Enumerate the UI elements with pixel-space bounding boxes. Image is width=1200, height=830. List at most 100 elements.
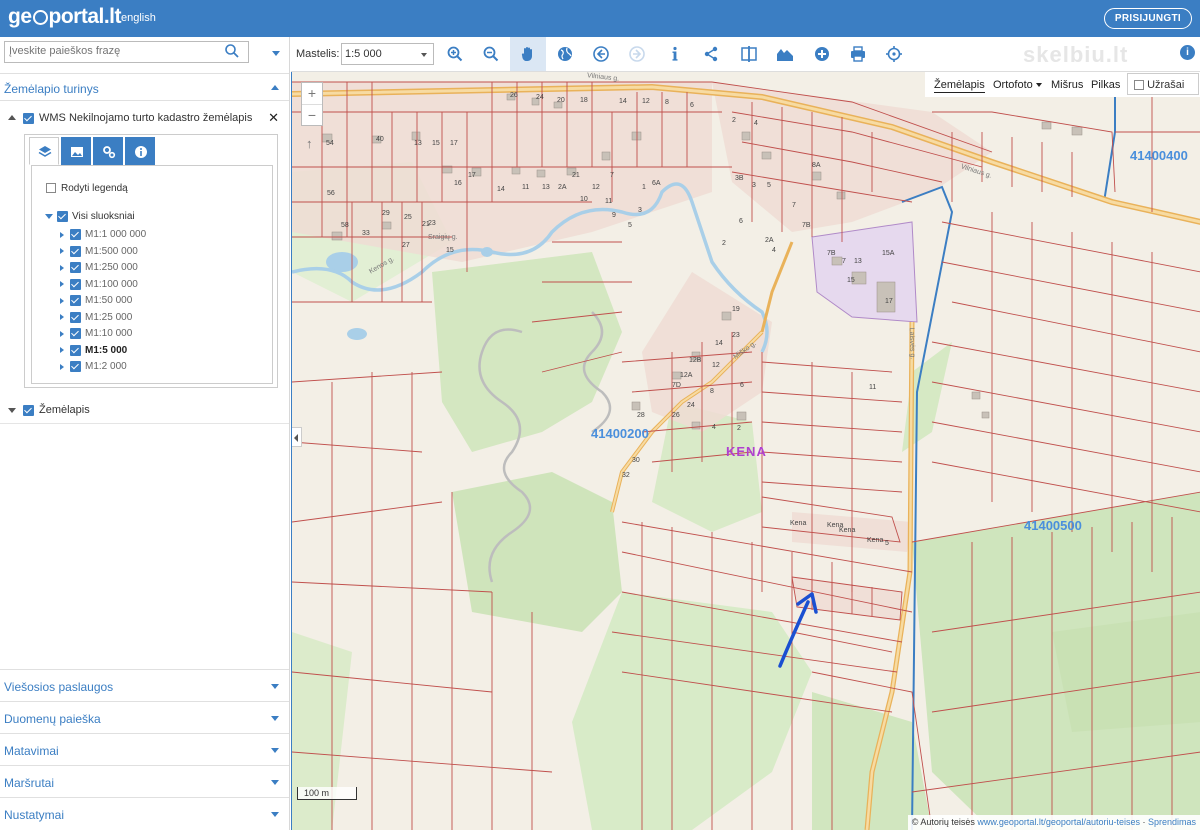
accordion-label: Maršrutai — [4, 776, 55, 790]
scale-layer-checkbox[interactable] — [70, 328, 81, 339]
locate-button[interactable] — [876, 37, 912, 71]
app-root: geportal.lt english PRISIJUNGTI Žemėlapi… — [0, 0, 1200, 830]
share-button[interactable] — [693, 37, 729, 71]
accordion-measurements[interactable]: Matavimai — [0, 733, 289, 765]
parcel-number-label: 9 — [612, 212, 616, 219]
parcel-number-label: 17 — [468, 172, 476, 179]
expand-arrow-icon[interactable] — [60, 347, 64, 353]
remove-layer-close-icon[interactable]: ✕ — [268, 110, 279, 126]
region-code-label: 41400200 — [591, 426, 649, 441]
accordion-public-services[interactable]: Viešosios paslaugos — [0, 669, 289, 701]
scale-layer-checkbox[interactable] — [70, 278, 81, 290]
basemap-option-zemelapis[interactable]: Žemėlapis — [934, 79, 985, 93]
expand-arrow-icon[interactable] — [60, 363, 64, 370]
scale-layer-checkbox[interactable] — [70, 311, 81, 323]
scale-layer-row[interactable]: M1:10 000 — [60, 328, 132, 342]
search-icon[interactable] — [224, 43, 240, 59]
globe-button[interactable] — [547, 37, 583, 71]
expand-arrow-icon[interactable] — [60, 264, 64, 271]
annotation-arrow-icon — [778, 592, 818, 668]
all-layers-row[interactable]: Visi sluoksniai — [45, 210, 135, 222]
expand-toggle-icon[interactable] — [8, 408, 16, 413]
parcel-number-label: 13 — [414, 140, 422, 147]
scale-layer-label: M1:100 000 — [85, 278, 138, 290]
logo[interactable]: ge portal.lt — [8, 5, 122, 29]
forward-arrow-icon — [629, 46, 645, 62]
zemelapis-layer-checkbox[interactable] — [23, 405, 34, 416]
basemap-option-ortofoto[interactable]: Ortofoto — [993, 79, 1042, 91]
parcel-number-label: 12B — [689, 357, 702, 364]
show-legend-row[interactable]: Rodyti legendą — [46, 182, 128, 194]
collapse-chevron-icon[interactable] — [271, 85, 279, 90]
expand-toggle-icon[interactable] — [45, 213, 53, 219]
add-button[interactable] — [804, 37, 840, 71]
basemap-option-misrus[interactable]: Mišrus — [1051, 79, 1083, 91]
expand-arrow-icon[interactable] — [60, 297, 64, 304]
scale-layer-checkbox[interactable] — [70, 361, 81, 372]
print-button[interactable] — [840, 37, 876, 71]
scale-layer-label: M1:5 000 — [85, 344, 128, 356]
expand-arrow-icon[interactable] — [60, 281, 64, 287]
tab-image[interactable] — [61, 137, 91, 165]
attribution-decision-link[interactable]: Sprendimas — [1148, 817, 1196, 827]
scale-layer-checkbox[interactable] — [70, 295, 81, 306]
expand-arrow-icon[interactable] — [60, 330, 64, 337]
compare-button[interactable] — [731, 37, 767, 71]
scale-layer-checkbox[interactable] — [70, 262, 81, 273]
parcel-number-label: 4 — [772, 247, 776, 254]
scale-layer-checkbox[interactable] — [70, 245, 81, 257]
divider — [0, 423, 289, 424]
scale-layer-row[interactable]: M1:100 000 — [60, 278, 138, 293]
pan-button[interactable] — [510, 37, 546, 71]
map-canvas[interactable]: 26 24 20 18 14 12 8 6 2 4 54 40 13 15 17 16 56 29 25 23 58 33… — [291, 72, 1200, 830]
zoom-out-control-button[interactable]: − — [302, 105, 322, 127]
scale-layer-row[interactable]: M1:250 000 — [60, 262, 138, 276]
accordion-data-search[interactable]: Duomenų paieška — [0, 701, 289, 733]
scale-layer-row[interactable]: M1:25 000 — [60, 311, 132, 326]
map-content-header[interactable]: Žemėlapio turinys — [0, 73, 289, 101]
watermark: skelbiu.lt — [1023, 42, 1129, 67]
parcel-number-label: 30 — [632, 457, 640, 464]
basemap-option-pilkas[interactable]: Pilkas — [1091, 79, 1120, 91]
labels-checkbox[interactable] — [1134, 80, 1144, 91]
expand-toggle-icon[interactable] — [8, 115, 16, 120]
parcel-number-label: 25 — [404, 214, 412, 221]
expand-arrow-icon[interactable] — [60, 248, 64, 254]
login-button[interactable]: PRISIJUNGTI — [1103, 8, 1192, 29]
tab-info[interactable] — [125, 137, 155, 165]
scale-select[interactable]: 1:5 000 — [341, 43, 434, 65]
zoom-in-control-button[interactable]: + — [302, 83, 322, 105]
show-legend-checkbox[interactable] — [46, 183, 56, 194]
labels-toggle[interactable]: Užrašai — [1127, 73, 1199, 95]
all-layers-checkbox[interactable] — [57, 210, 68, 222]
scale-layer-row[interactable]: M1:50 000 — [60, 295, 132, 309]
profile-button[interactable] — [767, 37, 803, 71]
parcel-number-label: 20 — [557, 97, 565, 104]
wms-layer-checkbox[interactable] — [23, 113, 34, 124]
expand-arrow-icon[interactable] — [60, 314, 64, 320]
collapse-sidebar-button[interactable] — [292, 427, 302, 447]
forward-button[interactable] — [619, 37, 655, 71]
zoom-out-button[interactable] — [473, 37, 509, 71]
scale-layer-row[interactable]: M1:1 000 000 — [60, 229, 146, 243]
chevron-down-icon — [1035, 83, 1042, 88]
scale-layer-row[interactable]: M1:5 000 — [60, 344, 128, 359]
search-options-chevron-icon[interactable] — [272, 51, 280, 56]
accordion-routes[interactable]: Maršrutai — [0, 765, 289, 797]
scale-layer-checkbox[interactable] — [70, 344, 81, 356]
north-arrow-icon[interactable]: ↑ — [306, 136, 313, 151]
scale-layer-row[interactable]: M1:2 000 — [60, 361, 127, 375]
scale-layer-checkbox[interactable] — [70, 229, 81, 240]
scale-layer-row[interactable]: M1:500 000 — [60, 245, 138, 260]
accordion-settings[interactable]: Nustatymai — [0, 797, 289, 829]
attribution-link[interactable]: www.geoportal.lt/geoportal/autoriu-teise… — [977, 817, 1140, 827]
tab-settings[interactable] — [93, 137, 123, 165]
search-input[interactable] — [9, 45, 209, 57]
info-button[interactable] — [657, 37, 693, 71]
help-info-icon[interactable]: i — [1180, 45, 1195, 60]
tab-layers[interactable] — [29, 137, 59, 165]
expand-arrow-icon[interactable] — [60, 231, 64, 238]
language-link[interactable]: english — [121, 12, 156, 24]
zoom-in-button[interactable] — [437, 37, 473, 71]
back-button[interactable] — [583, 37, 619, 71]
